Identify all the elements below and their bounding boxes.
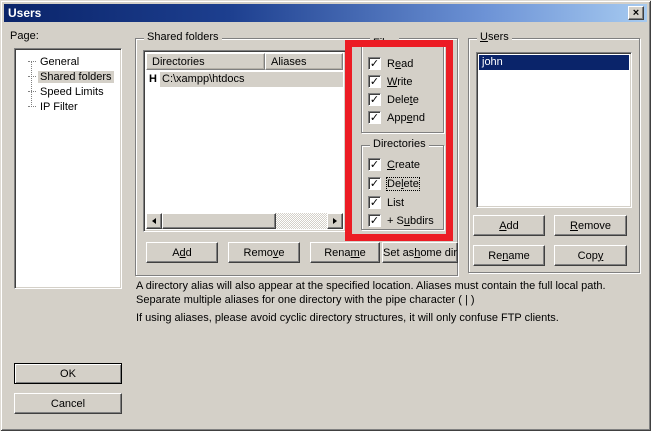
list-checkbox[interactable]: ✓: [368, 196, 381, 209]
write-checkbox-row: ✓ Write: [368, 75, 412, 88]
read-checkbox[interactable]: ✓: [368, 57, 381, 70]
page-item-ip-filter[interactable]: IP Filter: [28, 99, 117, 114]
append-checkbox-row: ✓ Append: [368, 111, 425, 124]
users-list: john: [476, 52, 632, 208]
ok-button[interactable]: OK: [14, 363, 122, 384]
page-item-shared-folders[interactable]: Shared folders: [28, 69, 117, 84]
tree-stub-icon: [28, 61, 36, 62]
subdirs-checkbox-row: ✓ + Subdirs: [368, 214, 434, 227]
close-button[interactable]: ×: [628, 6, 644, 20]
append-label: Append: [387, 112, 425, 124]
check-icon: ✓: [370, 198, 379, 208]
page-item-general[interactable]: General: [28, 54, 117, 69]
check-icon: ✓: [370, 59, 379, 69]
check-icon: ✓: [370, 160, 379, 170]
tree-stub-icon: [28, 91, 36, 92]
close-icon: ×: [633, 8, 639, 19]
tree-stub-icon: [28, 106, 36, 107]
rename-user-button[interactable]: Rename: [473, 245, 545, 266]
scroll-right-button[interactable]: [327, 213, 343, 229]
page-item-speed-limits[interactable]: Speed Limits: [28, 84, 117, 99]
scroll-left-button[interactable]: [146, 213, 162, 229]
directories-group-label: Directories: [370, 138, 429, 150]
page-list: General Shared folders Speed Limits IP F…: [14, 48, 122, 289]
scroll-thumb[interactable]: [162, 213, 276, 229]
delete-file-label: Delete: [387, 94, 419, 106]
check-icon: ✓: [370, 95, 379, 105]
home-marker: H: [146, 73, 160, 85]
create-label: Create: [387, 159, 420, 171]
check-icon: ✓: [370, 216, 379, 226]
column-header-aliases[interactable]: Aliases: [265, 53, 343, 70]
remove-folder-button[interactable]: Remove: [228, 242, 300, 263]
copy-user-button[interactable]: Copy: [554, 245, 627, 266]
listview-header: Directories Aliases: [146, 53, 343, 70]
cyclic-help-text: If using aliases, please avoid cyclic di…: [136, 311, 644, 325]
delete-file-checkbox[interactable]: ✓: [368, 93, 381, 106]
cancel-button[interactable]: Cancel: [14, 393, 122, 414]
remove-user-button[interactable]: Remove: [554, 215, 627, 236]
scroll-left-icon: [152, 218, 156, 224]
scroll-right-icon: [333, 218, 337, 224]
read-checkbox-row: ✓ Read: [368, 57, 413, 70]
list-checkbox-row: ✓ List: [368, 196, 404, 209]
subdirs-checkbox[interactable]: ✓: [368, 214, 381, 227]
tree-stub-icon: [28, 76, 36, 77]
subdirs-label: + Subdirs: [387, 215, 434, 227]
shared-folders-group-label: Shared folders: [144, 31, 222, 43]
read-label: Read: [387, 58, 413, 70]
column-header-directories[interactable]: Directories: [146, 53, 265, 70]
write-checkbox[interactable]: ✓: [368, 75, 381, 88]
alias-help-text: A directory alias will also appear at th…: [136, 279, 644, 307]
create-checkbox[interactable]: ✓: [368, 158, 381, 171]
users-group-label: Users: [477, 31, 512, 43]
title-bar: Users ×: [4, 4, 647, 22]
delete-file-checkbox-row: ✓ Delete: [368, 93, 419, 106]
directories-list-body: H C:\xampp\htdocs: [146, 70, 343, 213]
directories-listview: Directories Aliases H C:\xampp\htdocs: [143, 50, 346, 232]
check-icon: ✓: [370, 113, 379, 123]
directory-row[interactable]: H C:\xampp\htdocs: [146, 71, 343, 87]
delete-dir-checkbox-row: ✓ Delete: [368, 177, 419, 190]
add-user-button[interactable]: Add: [473, 215, 545, 236]
set-home-dir-button[interactable]: Set as home dir: [382, 242, 458, 263]
files-group-label: Files: [370, 37, 399, 49]
scroll-track[interactable]: [276, 213, 327, 229]
directory-path: C:\xampp\htdocs: [160, 72, 343, 87]
delete-dir-checkbox[interactable]: ✓: [368, 177, 381, 190]
h-scrollbar: [146, 213, 343, 229]
create-checkbox-row: ✓ Create: [368, 158, 420, 171]
users-dialog: Users × Page: General Shared folders Spe…: [0, 0, 651, 431]
list-label: List: [387, 197, 404, 209]
check-icon: ✓: [370, 77, 379, 87]
delete-dir-label: Delete: [387, 178, 419, 190]
user-item-john[interactable]: john: [479, 55, 629, 70]
check-icon: ✓: [370, 179, 379, 189]
page-label: Page:: [10, 30, 39, 42]
window-title: Users: [4, 6, 41, 20]
rename-folder-button[interactable]: Rename: [310, 242, 380, 263]
add-folder-button[interactable]: Add: [146, 242, 218, 263]
write-label: Write: [387, 76, 412, 88]
append-checkbox[interactable]: ✓: [368, 111, 381, 124]
